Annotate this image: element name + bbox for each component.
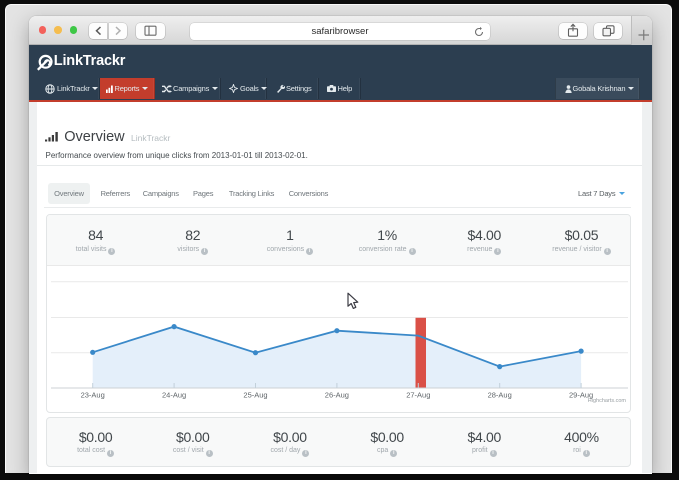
svg-text:27-Aug: 27-Aug bbox=[406, 391, 430, 400]
svg-text:23-Aug: 23-Aug bbox=[81, 391, 105, 400]
svg-text:28-Aug: 28-Aug bbox=[488, 391, 512, 400]
svg-text:25-Aug: 25-Aug bbox=[243, 391, 267, 400]
svg-text:24-Aug: 24-Aug bbox=[162, 391, 186, 400]
svg-text:26-Aug: 26-Aug bbox=[325, 391, 349, 400]
